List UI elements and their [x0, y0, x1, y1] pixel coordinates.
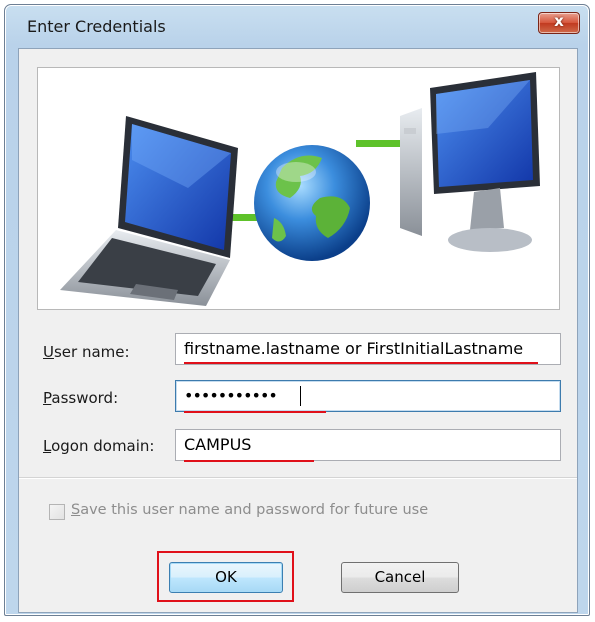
- desktop-computer-icon: [400, 72, 540, 252]
- domain-label: Logon domain:: [43, 437, 155, 455]
- close-icon: x: [554, 12, 564, 30]
- globe-icon: [254, 145, 370, 261]
- cancel-button[interactable]: Cancel: [341, 562, 459, 593]
- title-bar[interactable]: Enter Credentials x: [5, 5, 589, 49]
- domain-value: CAMPUS: [184, 435, 252, 454]
- domain-field[interactable]: CAMPUS: [175, 429, 561, 462]
- dialog-title: Enter Credentials: [27, 17, 166, 36]
- password-label: Password:: [43, 389, 119, 407]
- password-value: •••••••••••: [184, 386, 278, 405]
- save-credentials-label: Save this user name and password for fut…: [71, 502, 429, 518]
- red-highlight-annotation: [157, 551, 294, 602]
- credentials-dialog: Enter Credentials x User name: firstname…: [4, 4, 590, 616]
- button-bar: OK Cancel: [19, 543, 577, 612]
- close-button[interactable]: x: [538, 12, 580, 34]
- network-banner: [37, 67, 560, 310]
- save-credentials-checkbox[interactable]: [49, 504, 65, 520]
- laptop-icon: [60, 116, 238, 306]
- divider: [19, 477, 577, 479]
- username-label: User name:: [43, 343, 130, 361]
- username-field[interactable]: firstname.lastname or FirstInitialLastna…: [175, 333, 561, 365]
- password-field[interactable]: •••••••••••: [175, 380, 561, 413]
- username-value: firstname.lastname or FirstInitialLastna…: [184, 339, 524, 358]
- text-caret: [300, 386, 301, 406]
- red-underline-annotation: [184, 362, 538, 364]
- red-underline-annotation: [184, 411, 326, 413]
- dialog-body: User name: firstname.lastname or FirstIn…: [18, 48, 578, 613]
- red-underline-annotation: [184, 460, 314, 462]
